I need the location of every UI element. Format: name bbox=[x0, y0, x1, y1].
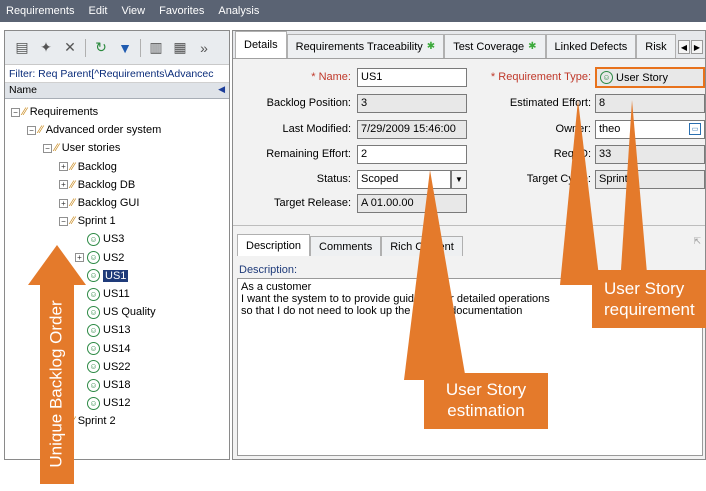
callout-pointers bbox=[28, 100, 648, 484]
requirement-callout-line2: requirement bbox=[604, 300, 695, 319]
requirement-type-pointer-2 bbox=[620, 100, 648, 285]
backlog-arrow-head bbox=[28, 245, 86, 285]
requirement-type-pointer bbox=[560, 100, 600, 285]
requirement-callout: User Story requirement bbox=[592, 270, 706, 328]
estimation-callout: User Story estimation bbox=[424, 373, 548, 429]
estimation-callout-line1: User Story bbox=[445, 380, 527, 399]
estimation-callout-line2: estimation bbox=[447, 401, 525, 420]
backlog-callout: Unique Backlog Order bbox=[40, 284, 74, 484]
backlog-callout-text: Unique Backlog Order bbox=[47, 300, 67, 468]
estimation-pointer bbox=[404, 170, 466, 380]
requirement-callout-line1: User Story bbox=[604, 279, 685, 298]
